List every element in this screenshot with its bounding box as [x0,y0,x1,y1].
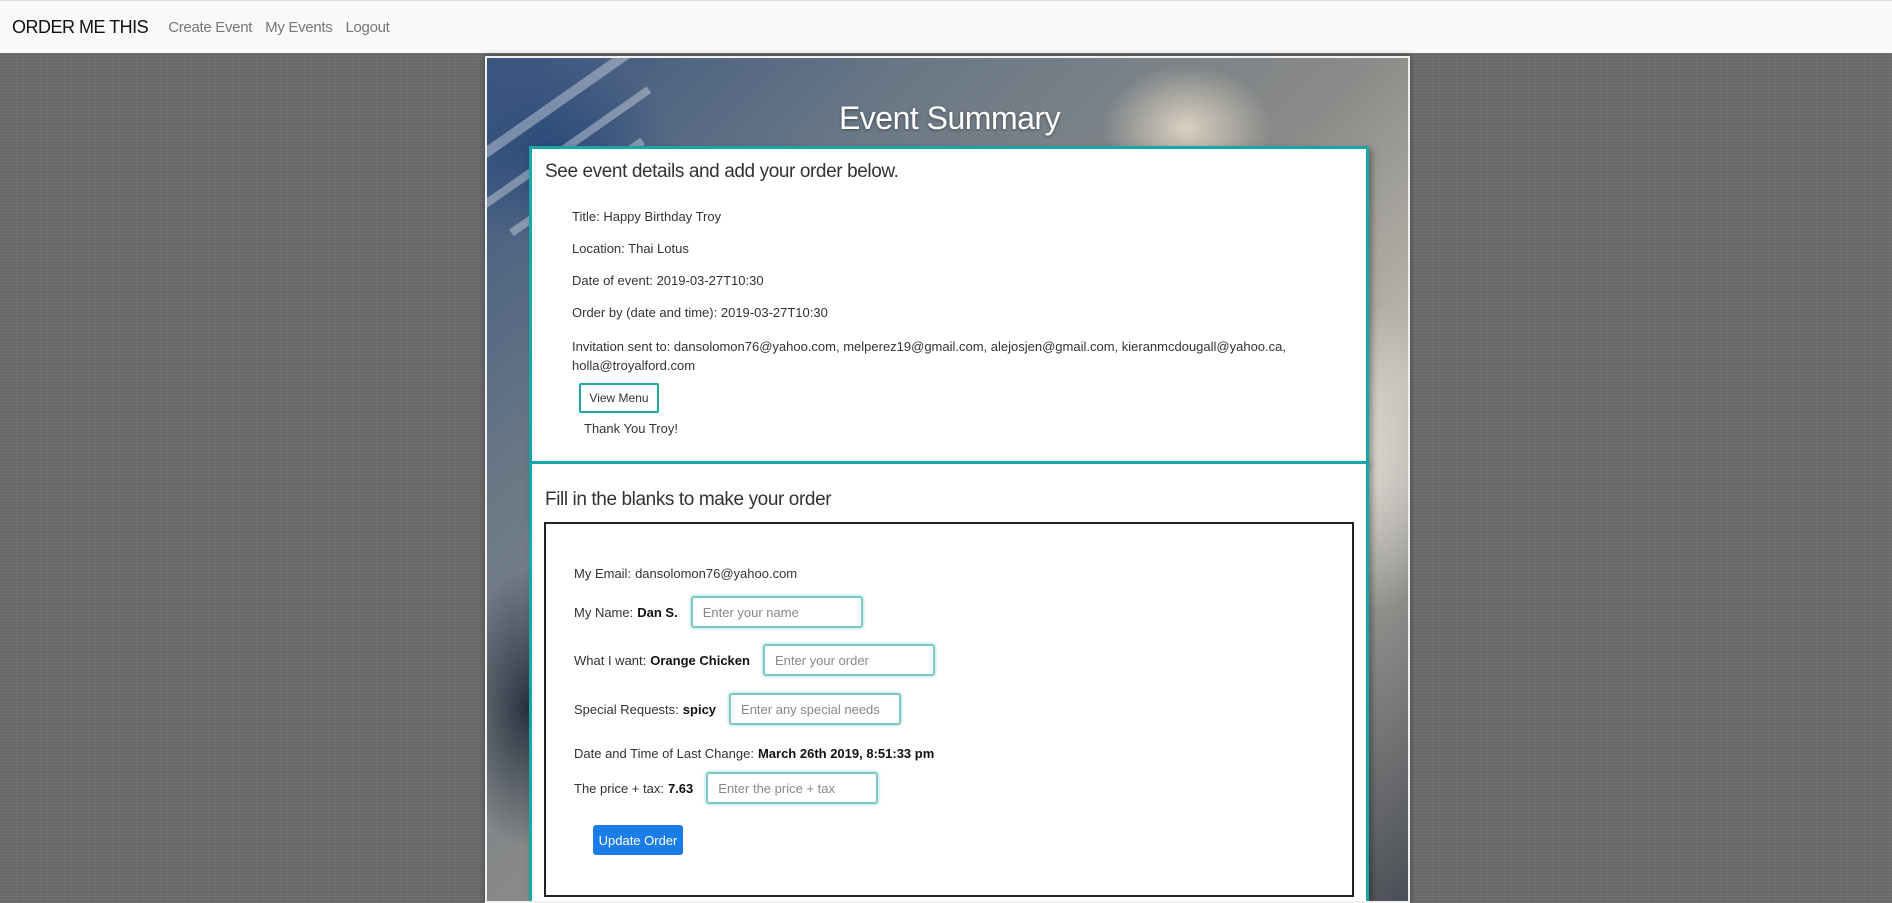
detail-invitations-value: dansolomon76@yahoo.com, melperez19@gmail… [673,339,1286,354]
detail-title: Title: Happy Birthday Troy [572,209,721,224]
last-change-label: Date and Time of Last Change: [574,746,754,761]
detail-order-by-value: 2019-03-27T10:30 [720,305,828,320]
email-value: dansolomon76@yahoo.com [635,566,798,581]
special-row: Special Requests: spicy [574,693,902,725]
nav-link-logout[interactable]: Logout [345,19,389,36]
order-card: Fill in the blanks to make your order My… [529,461,1369,901]
detail-location: Location: Thai Lotus [572,241,689,256]
thanks-message: Thank You Troy! [584,421,678,436]
email-row: My Email: dansolomon76@yahoo.com [574,566,797,581]
detail-title-label: Title: [572,209,600,224]
price-label: The price + tax: [574,780,664,796]
view-menu-button[interactable]: View Menu [579,383,659,413]
name-label: My Name: [574,604,634,620]
want-value: Orange Chicken [650,652,750,668]
detail-location-value: Thai Lotus [628,241,689,256]
last-change-row: Date and Time of Last Change: March 26th… [574,746,934,761]
detail-title-value: Happy Birthday Troy [603,209,722,224]
order-input[interactable] [762,644,935,676]
page-title: Event Summary [838,100,1061,136]
event-details-heading: See event details and add your order bel… [545,161,899,182]
order-heading: Fill in the blanks to make your order [545,489,832,510]
price-value: 7.63 [667,780,694,796]
detail-location-label: Location: [572,241,625,256]
detail-date-value: 2019-03-27T10:30 [656,273,764,288]
special-requests-input[interactable] [729,693,902,725]
event-details-card: See event details and add your order bel… [529,146,1369,464]
special-value: spicy [682,701,717,717]
navbar: ORDER ME THIS Create Event My Events Log… [0,0,1892,53]
detail-invitations-label: Invitation sent to: [572,339,671,354]
detail-date-label: Date of event: [572,273,653,288]
order-row: What I want: Orange Chicken [574,644,935,676]
special-label: Special Requests: [574,701,679,717]
update-order-button[interactable]: Update Order [593,825,683,855]
last-change-value: March 26th 2019, 8:51:33 pm [757,746,935,761]
brand-link[interactable]: ORDER ME THIS [12,17,149,38]
detail-invitations: Invitation sent to: dansolomon76@yahoo.c… [572,337,1352,375]
nav-link-my-events[interactable]: My Events [265,19,333,36]
event-frame: Event Summary See event details and add … [485,56,1410,903]
name-row: My Name: Dan S. [574,596,863,628]
detail-date: Date of event: 2019-03-27T10:30 [572,273,764,288]
detail-invitations-value-2: holla@troyalford.com [572,358,696,373]
price-row: The price + tax: 7.63 [574,772,879,804]
email-label: My Email: [574,566,632,581]
want-label: What I want: [574,652,647,668]
order-form: My Email: dansolomon76@yahoo.com My Name… [544,522,1354,897]
name-value: Dan S. [637,604,678,620]
detail-order-by: Order by (date and time): 2019-03-27T10:… [572,305,828,320]
price-input[interactable] [706,772,879,804]
nav-link-create-event[interactable]: Create Event [168,19,252,36]
name-input[interactable] [690,596,863,628]
detail-order-by-label: Order by (date and time): [572,305,718,320]
